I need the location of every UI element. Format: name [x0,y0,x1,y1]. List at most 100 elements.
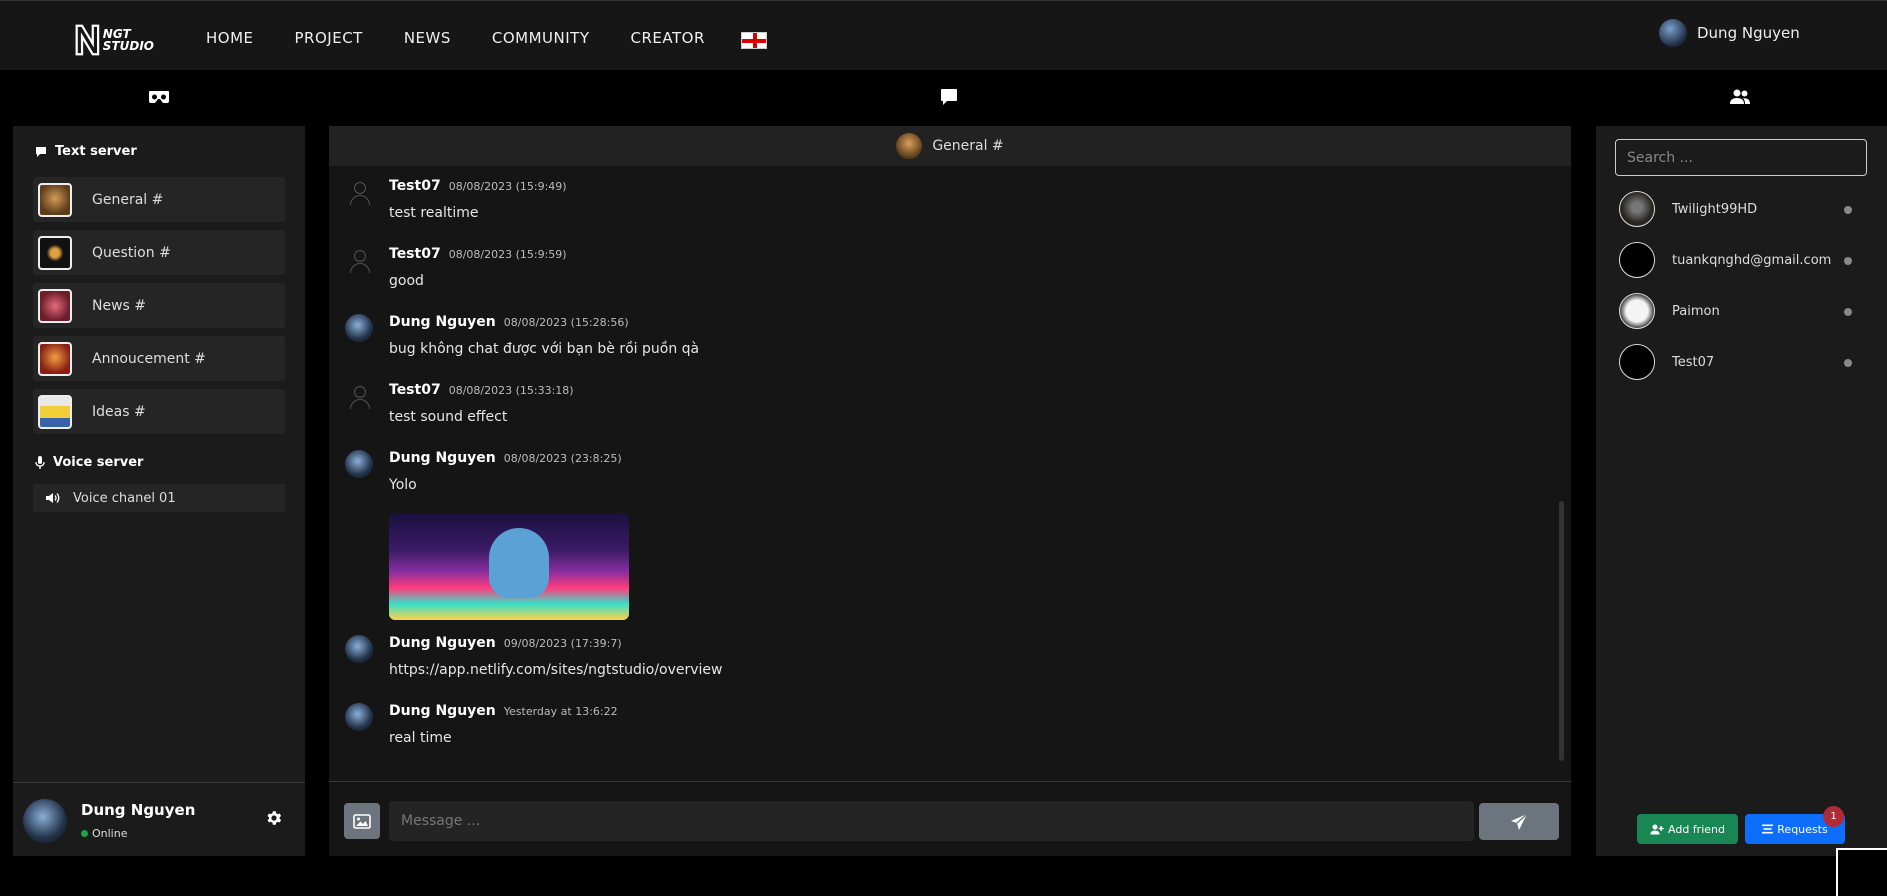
channel-thumbnail [38,235,72,270]
friends-panel: Twilight99HD tuankqnghd@gmail.com Paimon… [1596,126,1887,856]
friend-item[interactable]: tuankqnghd@gmail.com [1619,242,1864,278]
nav-project[interactable]: PROJECT [295,29,363,47]
corner-widget [1836,848,1887,896]
chat-panel: General # Test07 08/08/2023 (15:9:49) tes… [329,126,1571,856]
nav-links: HOME PROJECT NEWS COMMUNITY CREATOR [206,29,746,47]
user-placeholder-icon [345,382,373,410]
message-author: Dung Nguyen [389,703,496,719]
current-user-panel: Dung Nguyen Online [13,782,305,856]
offline-status-dot [1844,308,1852,316]
ngt-studio-logo[interactable]: NGT STUDIO [74,19,154,61]
add-friend-button[interactable]: Add friend [1637,814,1738,844]
send-button[interactable] [1479,803,1559,840]
friend-search-input[interactable] [1615,139,1867,176]
channel-thumbnail [38,341,72,376]
friend-name: tuankqnghd@gmail.com [1672,252,1832,268]
paper-plane-icon [1511,812,1528,830]
message-author: Test07 [389,178,441,194]
message-text: real time [389,730,452,746]
message-time: Yesterday at 13:6:22 [503,705,618,718]
vr-glasses-icon[interactable] [148,90,170,104]
message-text: bug không chat được với bạn bè rồi puồn … [389,341,700,357]
message-composer [329,781,1571,856]
message-link[interactable]: https://app.netlify.com/sites/ngtstudio/… [389,662,723,678]
microphone-icon [35,456,45,469]
panel-toggle-bar [0,70,1887,126]
friend-item[interactable]: Paimon [1619,293,1864,329]
friend-item[interactable]: Twilight99HD [1619,191,1864,227]
avatar [345,314,373,342]
gear-icon[interactable] [265,809,283,827]
nav-news[interactable]: NEWS [404,29,451,47]
voice-channel-01[interactable]: Voice chanel 01 [33,484,285,512]
channel-title: General # [932,138,1004,154]
user-plus-icon [1650,824,1664,834]
image-icon [353,813,371,829]
avatar [1659,19,1687,47]
users-icon[interactable] [1729,89,1751,105]
message-image[interactable] [389,513,629,620]
user-placeholder-icon [345,246,373,274]
nav-creator[interactable]: CREATOR [631,29,705,47]
offline-status-dot [1844,257,1852,265]
channel-general[interactable]: General # [33,177,285,222]
message-author: Test07 [389,246,441,262]
friend-name: Test07 [1672,354,1715,370]
channel-thumbnail [38,288,72,323]
requests-count-badge: 1 [1823,806,1844,827]
message-text: good [389,273,424,289]
message-time: 08/08/2023 (15:33:18) [448,384,574,397]
chat-scrollbar[interactable] [1559,501,1564,761]
logo-text: NGT STUDIO [102,27,154,53]
nav-home[interactable]: HOME [206,29,254,47]
message-author: Test07 [389,382,441,398]
avatar [345,703,373,731]
top-navbar: NGT STUDIO HOME PROJECT NEWS COMMUNITY C… [0,0,1887,70]
text-server-title: Text server [35,144,137,159]
message-input[interactable] [389,801,1474,841]
avatar [345,635,373,663]
nav-community[interactable]: COMMUNITY [492,29,590,47]
channel-thumbnail [38,182,72,217]
friend-name: Twilight99HD [1672,201,1758,217]
server-sidebar: Text server General # Question # News # … [13,126,305,856]
attach-image-button[interactable] [344,803,380,839]
channel-question[interactable]: Question # [33,230,285,275]
minion-figure [489,528,549,598]
channel-thumbnail [38,394,72,429]
england-flag-icon[interactable] [741,32,767,49]
avatar [1619,242,1655,278]
message-text: test realtime [389,205,479,221]
channel-ideas[interactable]: Ideas # [33,389,285,434]
channel-news[interactable]: News # [33,283,285,328]
chat-icon[interactable] [940,88,958,106]
logo-mark-icon [75,24,100,56]
message-time: 08/08/2023 (15:9:49) [448,180,567,193]
message-text: test sound effect [389,409,508,425]
message-text: Yolo [389,477,417,493]
avatar[interactable] [23,799,67,843]
chat-header: General # [329,126,1571,166]
message-author: Dung Nguyen [389,450,496,466]
channel-annoucement[interactable]: Annoucement # [33,336,285,381]
list-icon [1762,824,1774,834]
volume-icon [46,493,60,503]
avatar [345,450,373,478]
message-time: 08/08/2023 (15:28:56) [503,316,629,329]
message-time: 09/08/2023 (17:39:7) [503,637,622,650]
offline-status-dot [1844,206,1852,214]
online-status-dot [81,830,88,837]
message-author: Dung Nguyen [389,635,496,651]
user-status: Online [81,827,127,840]
message-author: Dung Nguyen [389,314,496,330]
avatar [1619,293,1655,329]
voice-server-title: Voice server [35,455,143,470]
friend-item[interactable]: Test07 [1619,344,1864,380]
user-placeholder-icon [345,178,373,206]
channel-avatar [896,133,923,159]
avatar [1619,344,1655,380]
current-user-name: Dung Nguyen [81,801,196,819]
user-menu[interactable]: Dung Nguyen [1659,19,1800,47]
message-time: 08/08/2023 (15:9:59) [448,248,567,261]
offline-status-dot [1844,359,1852,367]
